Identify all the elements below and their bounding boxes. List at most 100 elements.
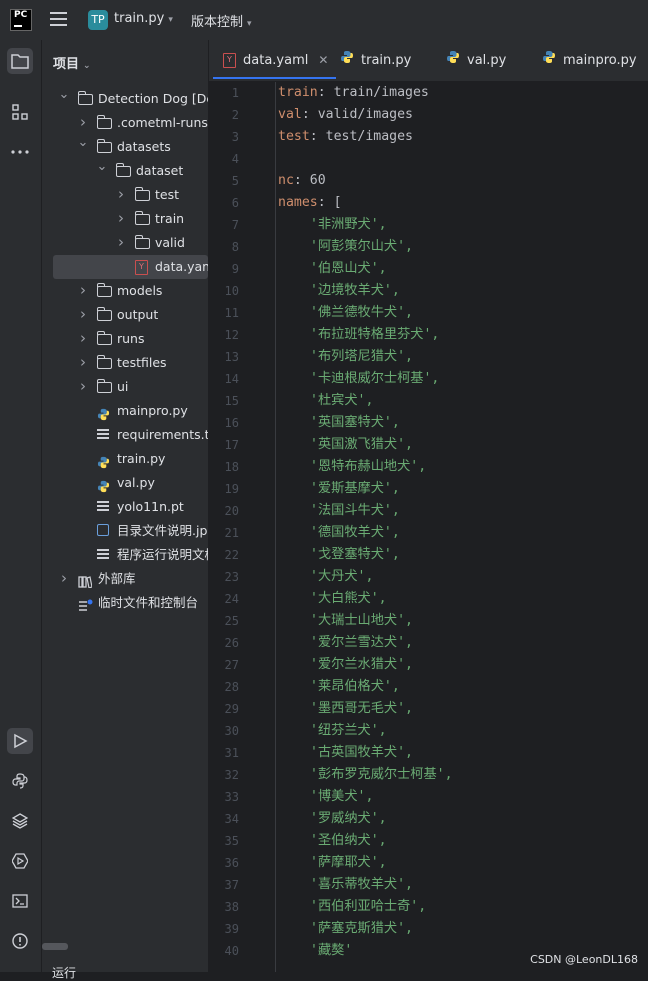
tree-item-label: testfiles — [117, 355, 167, 370]
tree-item[interactable]: › ui — [42, 375, 208, 399]
project-badge[interactable]: TP — [88, 10, 108, 30]
tree-item[interactable]: train.py — [42, 447, 208, 471]
code-text: '卡迪根威尔士柯基', — [310, 368, 439, 390]
code-line: 36 '萨摩耶犬', — [209, 852, 648, 874]
code-text: '爱斯基摩犬', — [310, 478, 400, 500]
tree-item[interactable]: yolo11n.pt — [42, 495, 208, 519]
tree-item[interactable]: › models — [42, 279, 208, 303]
chevron-right-icon[interactable]: › — [77, 350, 89, 374]
run-tool-label[interactable]: 运行 — [52, 964, 76, 981]
code-line: 37 '喜乐蒂牧羊犬', — [209, 874, 648, 896]
yaml-key: nc — [278, 173, 294, 188]
code-line: 29 '墨西哥无毛犬', — [209, 698, 648, 720]
tab-mainpro-py[interactable]: mainpro.py — [542, 40, 637, 81]
code-line: 19 '爱斯基摩犬', — [209, 478, 648, 500]
tree-item[interactable]: › runs — [42, 327, 208, 351]
code-line: 30 '纽芬兰犬', — [209, 720, 648, 742]
tree-item[interactable]: val.py — [42, 471, 208, 495]
yaml-string: '莱昂伯格犬', — [310, 679, 400, 694]
yaml-string: '阿彭策尔山犬', — [310, 239, 413, 254]
tree-item-label: mainpro.py — [117, 403, 188, 418]
project-selector[interactable]: train.py ▾ — [114, 11, 173, 26]
line-number: 33 — [224, 790, 239, 804]
project-panel-header[interactable]: 项目 ⌄ — [53, 53, 91, 72]
python-file-icon — [446, 40, 460, 81]
code-text: '古英国牧羊犬', — [310, 742, 413, 764]
code-text: '阿彭策尔山犬', — [310, 236, 413, 258]
tree-item-label: 目录文件说明.jpg — [117, 523, 208, 538]
close-icon[interactable]: ✕ — [318, 53, 328, 67]
horizontal-scrollbar[interactable] — [42, 943, 68, 950]
tab-val-py[interactable]: val.py — [446, 40, 506, 81]
code-text: '英国塞特犬', — [310, 412, 400, 434]
python-console-icon[interactable] — [7, 768, 33, 794]
tree-item[interactable]: 目录文件说明.jpg — [42, 519, 208, 543]
yaml-string: '卡迪根威尔士柯基', — [310, 371, 440, 386]
tree-item[interactable]: › valid — [42, 231, 208, 255]
chevron-right-icon[interactable]: › — [77, 326, 89, 350]
tree-item[interactable]: 临时文件和控制台 — [42, 591, 208, 615]
tree-item[interactable]: Ydata.yaml — [53, 255, 208, 279]
tab-data-yaml[interactable]: Ydata.yaml ✕ — [212, 40, 337, 81]
yaml-string: '彭布罗克威尔士柯基', — [310, 767, 453, 782]
code-text: '大丹犬', — [310, 566, 373, 588]
tree-item[interactable]: › test — [42, 183, 208, 207]
chevron-down-icon[interactable]: ⌄ — [77, 131, 89, 155]
tab-label: train.py — [361, 53, 412, 68]
main-menu-icon[interactable] — [50, 12, 67, 26]
chevron-right-icon[interactable]: › — [77, 302, 89, 326]
code-line: 34 '罗威纳犬', — [209, 808, 648, 830]
tree-item[interactable]: ⌄ dataset — [42, 159, 208, 183]
chevron-right-icon[interactable]: › — [58, 566, 70, 590]
tree-item[interactable]: ⌄ datasets — [42, 135, 208, 159]
python-file-icon — [97, 453, 110, 469]
python-file-icon — [340, 40, 354, 81]
line-number: 8 — [231, 240, 239, 254]
chevron-right-icon[interactable]: › — [115, 230, 127, 254]
yaml-value: 60 — [309, 173, 326, 188]
code-line: 28 '莱昂伯格犬', — [209, 676, 648, 698]
pycharm-logo-icon[interactable]: PC — [10, 9, 32, 31]
tree-item[interactable]: ⌄ Detection Dog [Det — [42, 87, 208, 111]
tab-train-py[interactable]: train.py — [340, 40, 411, 81]
chevron-down-icon[interactable]: ⌄ — [96, 155, 108, 179]
tab-label: mainpro.py — [563, 53, 637, 68]
tree-item[interactable]: requirements.txt — [42, 423, 208, 447]
services-icon[interactable] — [7, 848, 33, 874]
yaml-string: '爱斯基摩犬', — [310, 481, 400, 496]
tree-item[interactable]: mainpro.py — [42, 399, 208, 423]
tree-item-label: ui — [117, 379, 129, 394]
chevron-right-icon[interactable]: › — [115, 182, 127, 206]
tree-item[interactable]: › 外部库 — [42, 567, 208, 591]
yaml-string: '非洲野犬', — [310, 217, 387, 232]
code-line: 4 — [209, 148, 648, 170]
chevron-down-icon[interactable]: ⌄ — [58, 83, 70, 107]
more-icon[interactable] — [7, 139, 33, 165]
vcs-menu[interactable]: 版本控制 ▾ — [191, 11, 252, 30]
code-text: val: valid/images — [278, 107, 413, 122]
tree-item[interactable]: 程序运行说明文档 — [42, 543, 208, 567]
structure-icon[interactable] — [7, 99, 33, 125]
yaml-string: '恩特布赫山地犬', — [310, 459, 427, 474]
code-text: '杜宾犬', — [310, 390, 373, 412]
project-folder-icon[interactable] — [7, 48, 33, 74]
line-number: 5 — [231, 174, 239, 188]
library-icon — [78, 572, 93, 589]
tree-item-label: valid — [155, 235, 185, 250]
chevron-right-icon[interactable]: › — [77, 374, 89, 398]
line-number: 37 — [224, 878, 239, 892]
folder-icon — [134, 211, 150, 225]
code-editor[interactable]: 1 train: train/images 2 val: valid/images 3 t… — [209, 82, 648, 972]
chevron-right-icon[interactable]: › — [77, 278, 89, 302]
run-icon[interactable] — [7, 728, 33, 754]
problems-icon[interactable] — [7, 928, 33, 954]
tree-item[interactable]: › output — [42, 303, 208, 327]
terminal-icon[interactable] — [7, 888, 33, 914]
line-number: 32 — [224, 768, 239, 782]
layers-icon[interactable] — [7, 808, 33, 834]
tree-item[interactable]: › train — [42, 207, 208, 231]
chevron-right-icon[interactable]: › — [115, 206, 127, 230]
tree-item[interactable]: › testfiles — [42, 351, 208, 375]
line-number: 30 — [224, 724, 239, 738]
tree-item[interactable]: › .cometml-runs — [42, 111, 208, 135]
